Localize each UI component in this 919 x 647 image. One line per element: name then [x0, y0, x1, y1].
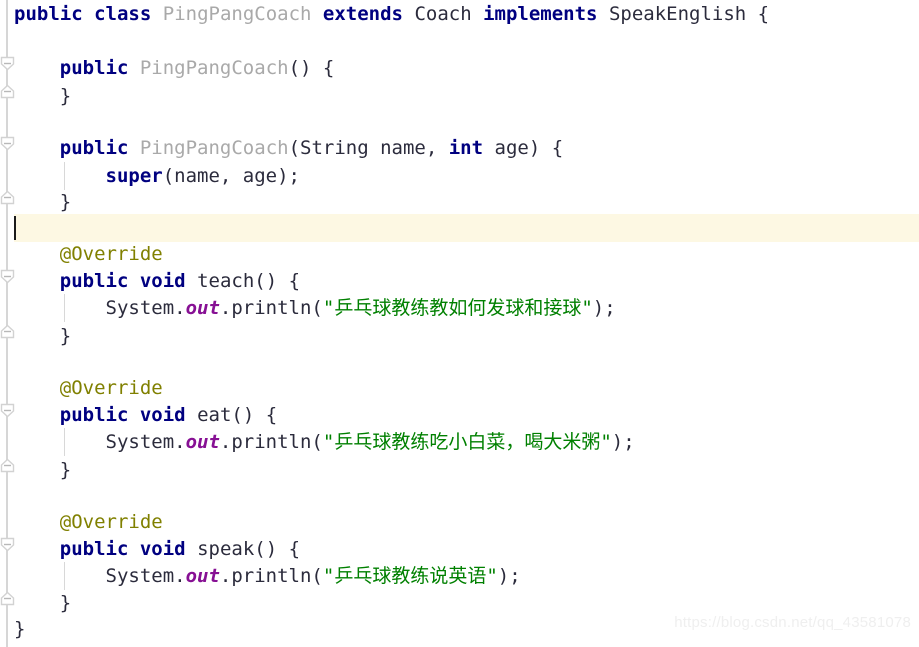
code-token-str: "乒乓球教练教如何发球和接球" [322, 297, 593, 319]
code-line[interactable]: } [14, 82, 71, 110]
code-token-kw: void [139, 404, 186, 426]
code-token-plain: ); [611, 431, 635, 453]
code-token-brace: } [14, 592, 72, 614]
code-token-brace: () { [288, 57, 335, 79]
code-token-plain: ); [592, 297, 616, 319]
code-token-kw: extends [322, 3, 403, 25]
code-token-plain: ); [497, 565, 521, 587]
code-token-kw: super [105, 165, 163, 187]
code-token-kw: void [139, 538, 186, 560]
code-token-cls: PingPangCoach [139, 57, 289, 79]
code-token-brace: { [746, 3, 770, 25]
code-token-kw: public [14, 3, 83, 25]
code-token-kw: class [94, 3, 152, 25]
code-line[interactable]: @Override [14, 240, 163, 268]
code-line[interactable]: super(name, age); [14, 162, 300, 190]
code-token-plain: speak() { [185, 538, 301, 560]
code-token-anno: @Override [59, 511, 163, 533]
code-token-brace: } [14, 618, 26, 640]
code-line[interactable]: } [14, 615, 25, 643]
code-token-plain: eat() { [185, 404, 278, 426]
code-line[interactable]: public class PingPangCoach extends Coach… [14, 0, 769, 28]
code-token-plain: .println( [219, 297, 323, 319]
code-line[interactable]: } [14, 322, 71, 350]
code-token-plain: System. [14, 297, 186, 319]
code-line[interactable]: } [14, 589, 71, 617]
code-token-field-st: out [185, 565, 220, 587]
code-token-kw: public [59, 137, 129, 159]
code-editor[interactable]: public class PingPangCoach extends Coach… [0, 0, 919, 647]
code-token-brace: } [14, 325, 72, 347]
code-line[interactable]: System.out.println("乒乓球教练吃小白菜，喝大米粥"); [14, 428, 635, 456]
code-line[interactable]: public void eat() { [14, 401, 277, 429]
code-token-brace: } [14, 191, 72, 213]
code-token-str: "乒乓球教练吃小白菜，喝大米粥" [322, 431, 612, 453]
code-token-kw: void [139, 270, 186, 292]
code-token-kw: public [59, 538, 129, 560]
code-line[interactable]: @Override [14, 508, 163, 536]
code-token-kw: implements [483, 3, 598, 25]
code-line[interactable]: public void teach() { [14, 267, 300, 295]
code-line[interactable]: } [14, 188, 71, 216]
code-line[interactable]: } [14, 456, 71, 484]
code-token-cls: PingPangCoach [162, 3, 312, 25]
code-line[interactable]: System.out.println("乒乓球教练说英语"); [14, 562, 521, 590]
code-token-plain: SpeakEnglish [608, 3, 747, 25]
code-token-plain: age) { [483, 137, 564, 159]
code-token-plain: (name, age); [162, 165, 300, 187]
code-token-field-st: out [185, 431, 220, 453]
code-token-anno: @Override [59, 377, 163, 399]
code-token-plain: System. [14, 431, 186, 453]
code-token-field-st: out [185, 297, 220, 319]
code-line[interactable]: public PingPangCoach() { [14, 54, 335, 82]
code-token-plain: .println( [219, 565, 323, 587]
code-token-anno: @Override [59, 243, 163, 265]
code-line[interactable]: public PingPangCoach(String name, int ag… [14, 134, 563, 162]
code-token-kw: public [59, 57, 129, 79]
code-token-plain: Coach [414, 3, 472, 25]
code-token-kw: int [448, 137, 484, 159]
code-token-brace: } [14, 459, 72, 481]
code-line[interactable]: System.out.println("乒乓球教练教如何发球和接球"); [14, 294, 616, 322]
code-line[interactable]: @Override [14, 374, 163, 402]
code-token-kw: public [59, 270, 129, 292]
code-token-plain: teach() { [185, 270, 301, 292]
watermark-url: https://blog.csdn.net/qq_43581078 [674, 614, 911, 631]
code-line[interactable]: public void speak() { [14, 535, 300, 563]
code-token-brace: } [14, 85, 72, 107]
code-token-str: "乒乓球教练说英语" [322, 565, 498, 587]
code-token-cls: PingPangCoach [139, 137, 289, 159]
code-text-layer[interactable]: public class PingPangCoach extends Coach… [0, 0, 919, 647]
code-token-plain: .println( [219, 431, 323, 453]
code-token-kw: public [59, 404, 129, 426]
code-token-plain: (String name, [288, 137, 449, 159]
code-token-plain: System. [14, 565, 186, 587]
